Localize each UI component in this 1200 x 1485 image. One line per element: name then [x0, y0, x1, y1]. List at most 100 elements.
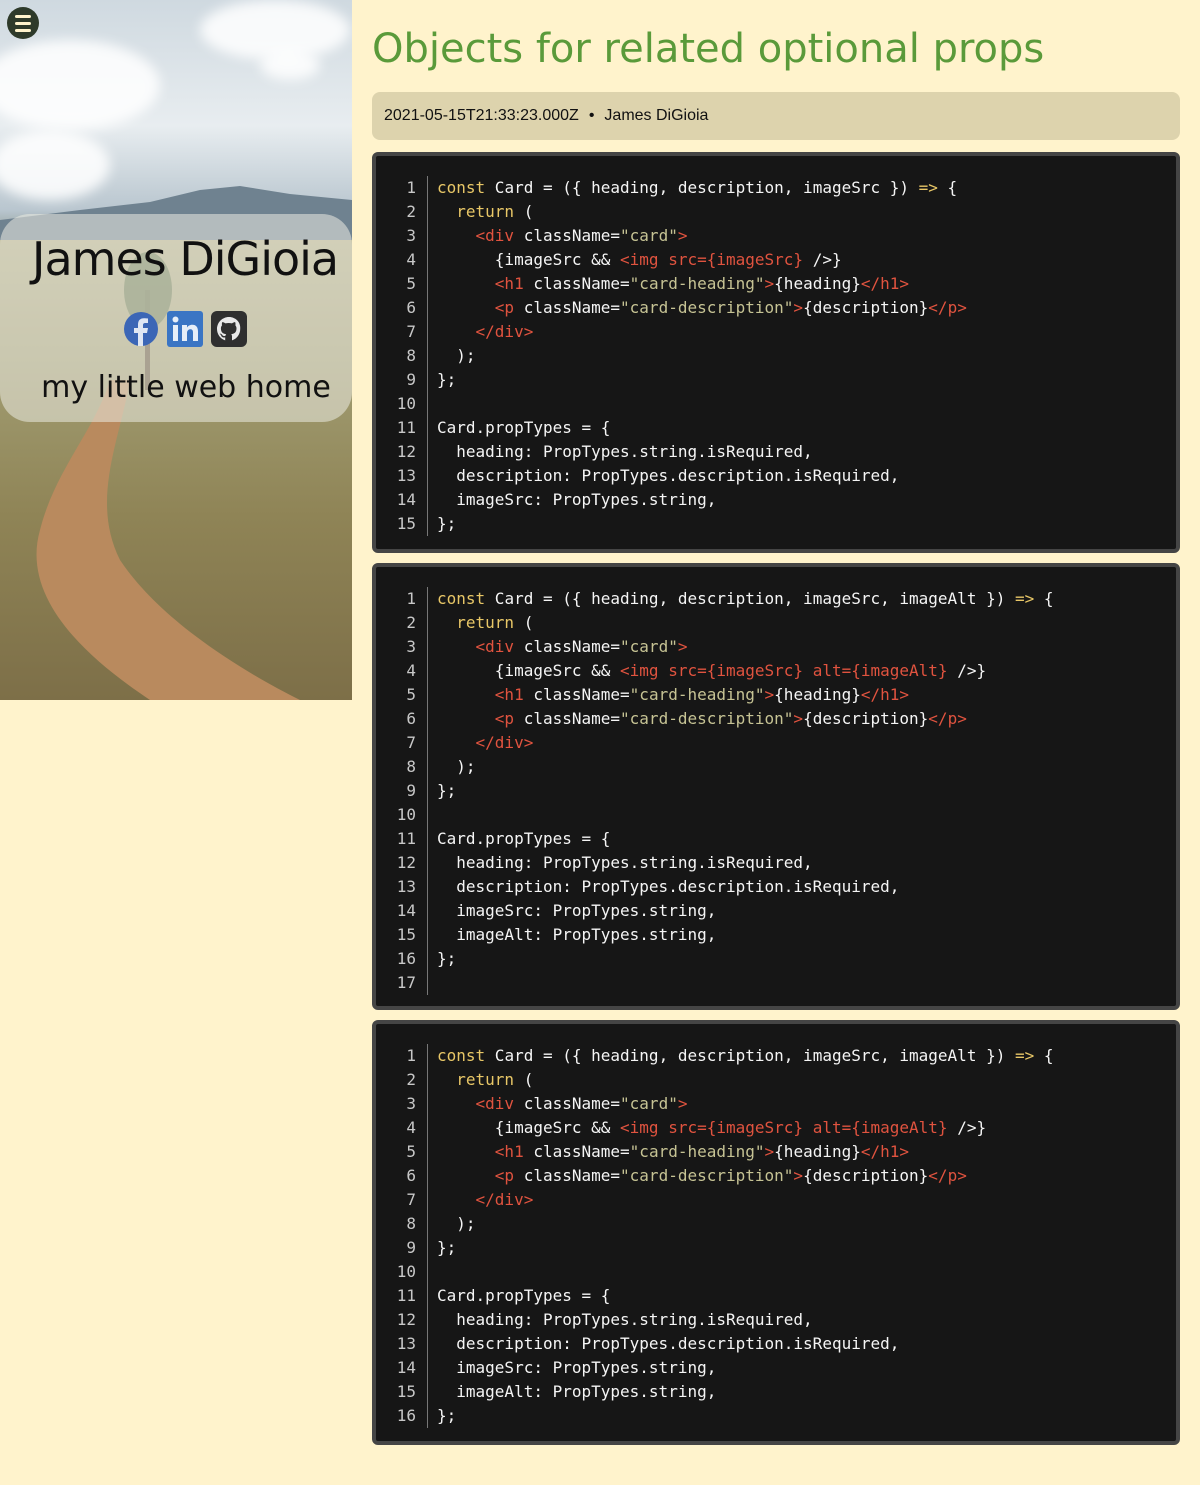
code-line: heading: PropTypes.string.isRequired, [437, 1310, 813, 1329]
code-line: Card.propTypes = { [437, 418, 611, 437]
line-number: 16 [396, 1406, 416, 1425]
line-number: 4 [406, 1118, 416, 1137]
line-number: 2 [406, 1070, 416, 1089]
line-number: 12 [396, 1310, 416, 1329]
code-line: }; [437, 514, 457, 533]
code-block: 1 2 3 4 5 6 7 8 9 10 11 12 13 14 15 const Card = ({ hea… [372, 152, 1180, 553]
code-line: description: PropTypes.description.isReq… [437, 877, 900, 896]
code-line: {imageSrc && <img src={imageSrc} alt={im… [437, 1118, 987, 1137]
line-numbers: 1 2 3 4 5 6 7 8 9 10 11 12 13 14 15 16 [376, 1044, 424, 1428]
code-line: {imageSrc && <img src={imageSrc} />} [437, 250, 842, 269]
menu-bar [15, 28, 31, 32]
menu-bar [15, 21, 31, 25]
code-lines: const Card = ({ heading, description, im… [437, 587, 1054, 995]
line-numbers: 1 2 3 4 5 6 7 8 9 10 11 12 13 14 15 [376, 176, 424, 536]
line-number: 1 [406, 178, 416, 197]
line-number: 3 [406, 637, 416, 656]
code-line: imageSrc: PropTypes.string, [437, 1358, 717, 1377]
menu-bar [15, 14, 31, 18]
line-number: 6 [406, 709, 416, 728]
facebook-icon[interactable] [123, 311, 159, 347]
line-number: 16 [396, 949, 416, 968]
line-number: 11 [396, 1286, 416, 1305]
line-number: 12 [396, 442, 416, 461]
code-line: </div> [475, 1190, 534, 1209]
line-number: 3 [406, 1094, 416, 1113]
code-line: <h1 className="card-heading">{heading}</… [494, 685, 910, 704]
code-line: const Card = ({ heading, description, im… [437, 589, 1054, 608]
code-line: <h1 className="card-heading">{heading}</… [494, 274, 910, 293]
code-line: Card.propTypes = { [437, 829, 611, 848]
line-number: 5 [406, 685, 416, 704]
code-line: heading: PropTypes.string.isRequired, [437, 853, 813, 872]
code-line: <div className="card"> [475, 1094, 688, 1113]
gutter-divider [427, 1044, 428, 1428]
sky-cloud [260, 50, 320, 80]
code-line: Card.propTypes = { [437, 1286, 611, 1305]
line-number: 2 [406, 613, 416, 632]
line-number: 12 [396, 853, 416, 872]
line-number: 17 [396, 973, 416, 992]
code-line: const Card = ({ heading, description, im… [437, 178, 958, 197]
code-line: }; [437, 370, 457, 389]
code-lines: const Card = ({ heading, description, im… [437, 176, 967, 536]
post-meta-bar: 2021-05-15T21:33:23.000Z • James DiGioia [372, 92, 1180, 140]
line-number: 14 [396, 1358, 416, 1377]
code-line: <div className="card"> [475, 226, 688, 245]
sky-cloud [0, 40, 160, 130]
line-number: 6 [406, 298, 416, 317]
line-number: 8 [406, 757, 416, 776]
code-line: {imageSrc && <img src={imageSrc} alt={im… [437, 661, 987, 680]
code-line: return ( [456, 613, 534, 632]
line-number: 11 [396, 829, 416, 848]
line-number: 7 [406, 1190, 416, 1209]
line-number: 15 [396, 925, 416, 944]
code-line: return ( [456, 1070, 534, 1089]
line-numbers: 1 2 3 4 5 6 7 8 9 10 11 12 13 14 15 16 17 [376, 587, 424, 995]
github-icon[interactable] [211, 311, 247, 347]
line-number: 7 [406, 322, 416, 341]
line-number: 9 [406, 1238, 416, 1257]
line-number: 4 [406, 661, 416, 680]
dirt-path [36, 380, 300, 700]
line-number: 14 [396, 901, 416, 920]
code-line: description: PropTypes.description.isReq… [437, 466, 900, 485]
line-number: 5 [406, 274, 416, 293]
linkedin-icon[interactable] [167, 311, 203, 347]
line-number: 4 [406, 250, 416, 269]
code-line: <p className="card-description">{descrip… [494, 1166, 967, 1185]
line-number: 11 [396, 418, 416, 437]
line-number: 6 [406, 1166, 416, 1185]
line-number: 13 [396, 877, 416, 896]
gutter-divider [427, 176, 428, 536]
code-line: }; [437, 949, 457, 968]
code-block: 1 2 3 4 5 6 7 8 9 10 11 12 13 14 15 16 const Card = ({ h… [372, 1020, 1180, 1445]
line-number: 1 [406, 1046, 416, 1065]
social-links [123, 311, 247, 347]
line-number: 8 [406, 1214, 416, 1233]
line-number: 7 [406, 733, 416, 752]
code-line: }; [437, 781, 457, 800]
line-number: 10 [396, 394, 416, 413]
author-name: James DiGioia [31, 232, 339, 286]
code-line: }; [437, 1238, 457, 1257]
hamburger-menu-button[interactable] [7, 7, 39, 39]
code-line: <h1 className="card-heading">{heading}</… [494, 1142, 910, 1161]
meta-separator: • [588, 107, 595, 124]
code-line: }; [437, 1406, 457, 1425]
code-line: <div className="card"> [475, 637, 688, 656]
code-line: imageSrc: PropTypes.string, [437, 490, 717, 509]
code-lines: const Card = ({ heading, description, im… [437, 1044, 1054, 1428]
site-tagline: my little web home [41, 370, 331, 405]
post-date: 2021-05-15T21:33:23.000Z [384, 107, 579, 124]
code-line: imageAlt: PropTypes.string, [437, 925, 717, 944]
code-line: description: PropTypes.description.isReq… [437, 1334, 900, 1353]
code-line: const Card = ({ heading, description, im… [437, 1046, 1054, 1065]
line-number: 14 [396, 490, 416, 509]
line-number: 10 [396, 805, 416, 824]
code-line: ); [437, 757, 476, 776]
